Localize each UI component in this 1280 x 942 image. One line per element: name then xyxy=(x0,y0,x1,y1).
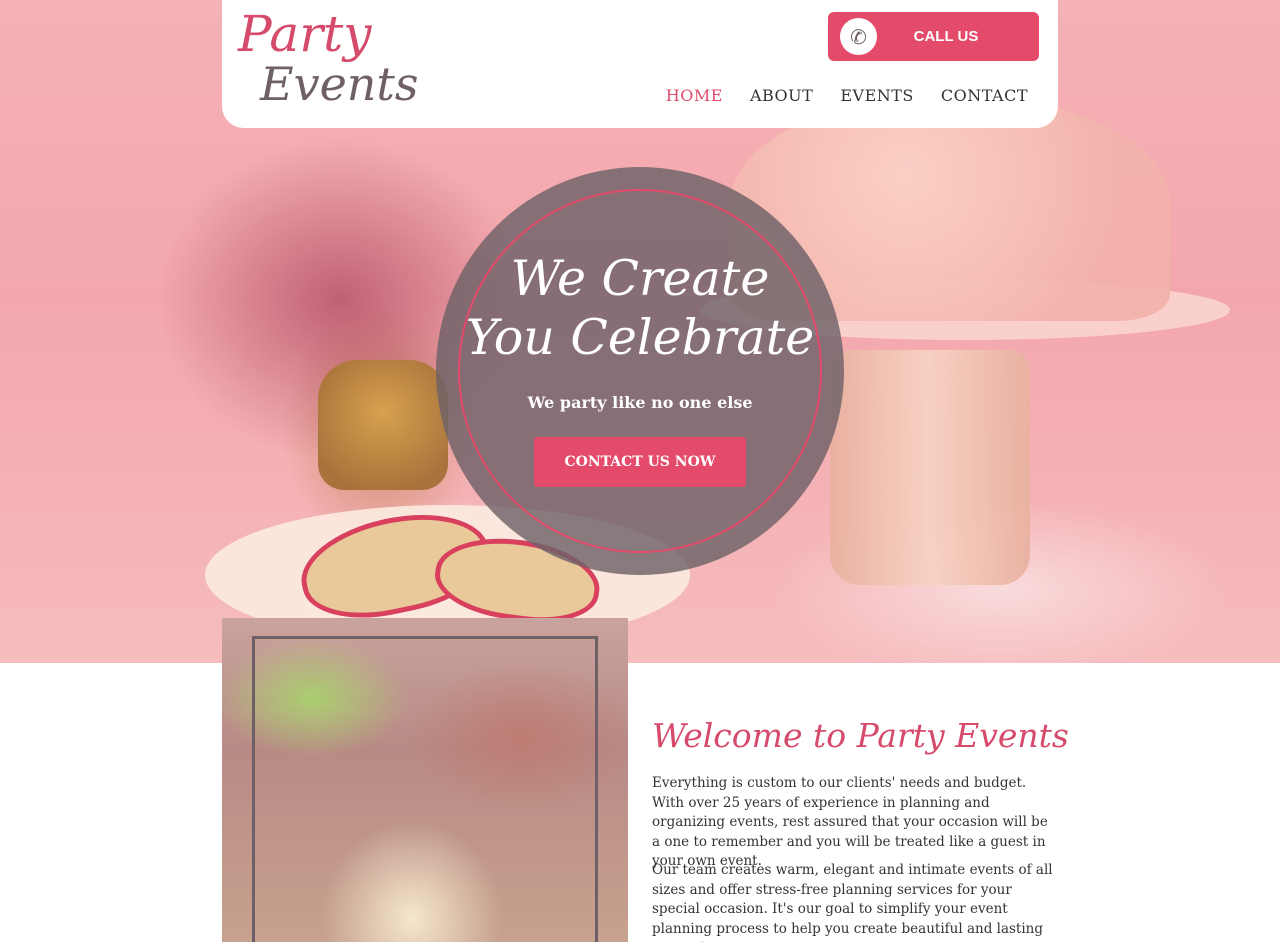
site-header: Party Events ✆ CALL US HOME ABOUT EVENTS… xyxy=(222,0,1058,128)
cake-stand-image xyxy=(830,350,1030,585)
logo-line1: Party xyxy=(238,5,372,63)
welcome-paragraph-2: Our team creates warm, elegant and intim… xyxy=(652,862,1053,942)
hero-subtitle: We party like no one else xyxy=(527,393,753,412)
logo-line2: Events xyxy=(260,57,419,111)
phone-icon: ✆ xyxy=(840,18,877,55)
call-us-button[interactable]: ✆ CALL US xyxy=(828,12,1039,61)
hero-title-line2: You Celebrate xyxy=(465,309,815,366)
nav-item-home[interactable]: HOME xyxy=(666,86,723,105)
photo-frame xyxy=(252,636,598,942)
main-nav: HOME ABOUT EVENTS CONTACT xyxy=(639,86,1028,105)
hero-title: We Create You Celebrate xyxy=(436,249,844,367)
contact-us-now-button[interactable]: CONTACT US NOW xyxy=(534,437,746,487)
nav-item-about[interactable]: ABOUT xyxy=(750,86,813,105)
call-us-label: CALL US xyxy=(913,28,979,45)
welcome-title: Welcome to Party Events xyxy=(652,716,1069,755)
welcome-photo xyxy=(222,618,628,942)
hero-circle: We Create You Celebrate We party like no… xyxy=(436,167,844,575)
hero-title-line1: We Create xyxy=(510,250,770,307)
welcome-paragraph-1: Everything is custom to our clients' nee… xyxy=(652,775,1048,869)
flower-vase-image xyxy=(318,360,448,490)
nav-item-events[interactable]: EVENTS xyxy=(840,86,914,105)
logo[interactable]: Party Events xyxy=(238,8,419,108)
hero-circle-ring xyxy=(458,189,822,553)
nav-item-contact[interactable]: CONTACT xyxy=(941,86,1028,105)
